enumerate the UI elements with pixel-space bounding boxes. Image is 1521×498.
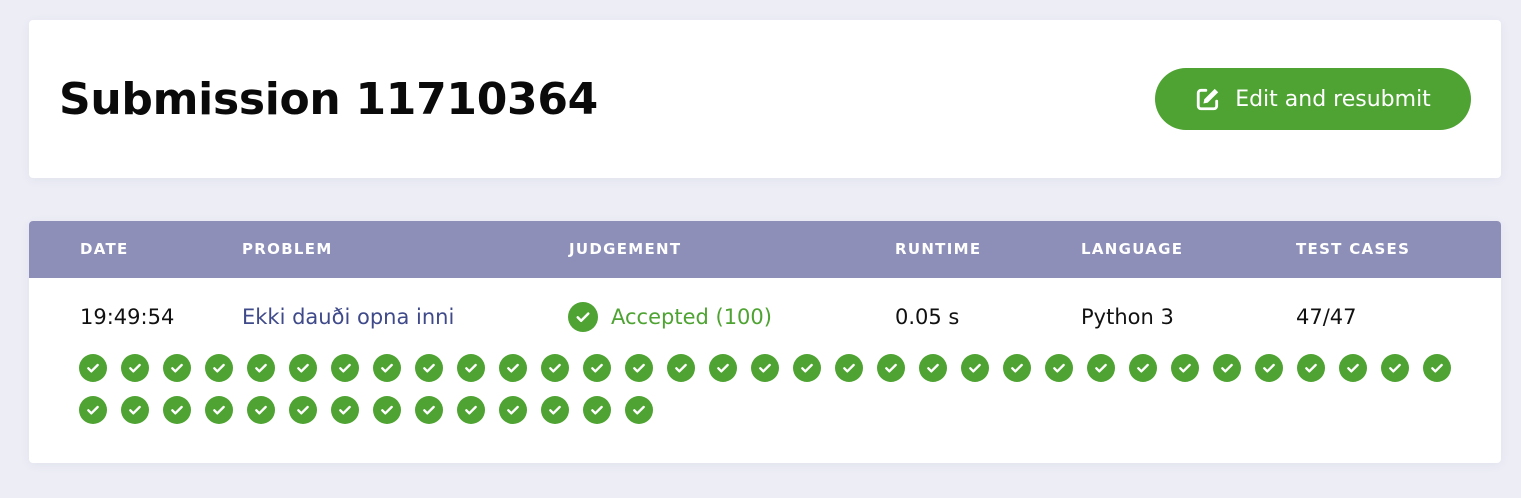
test-case-passed-icon[interactable]: [541, 396, 569, 424]
table-header: DATE PROBLEM JUDGEMENT RUNTIME LANGUAGE …: [29, 221, 1501, 278]
test-case-passed-icon[interactable]: [793, 354, 821, 382]
column-header-test-cases: TEST CASES: [1296, 240, 1411, 258]
test-case-passed-icon[interactable]: [247, 396, 275, 424]
test-case-passed-icon[interactable]: [541, 354, 569, 382]
test-case-passed-icon[interactable]: [1423, 354, 1451, 382]
submission-date: 19:49:54: [80, 305, 175, 329]
test-case-passed-icon[interactable]: [625, 396, 653, 424]
test-case-passed-icon[interactable]: [121, 396, 149, 424]
test-case-passed-icon[interactable]: [1171, 354, 1199, 382]
test-case-passed-icon[interactable]: [877, 354, 905, 382]
column-header-problem: PROBLEM: [242, 240, 333, 258]
edit-icon: [1195, 86, 1221, 112]
test-cases-value: 47/47: [1296, 305, 1357, 329]
submission-table: DATE PROBLEM JUDGEMENT RUNTIME LANGUAGE …: [29, 221, 1501, 463]
test-case-passed-icon[interactable]: [667, 354, 695, 382]
test-case-passed-icon[interactable]: [331, 396, 359, 424]
test-case-passed-icon[interactable]: [1045, 354, 1073, 382]
test-case-passed-icon[interactable]: [961, 354, 989, 382]
test-case-passed-icon[interactable]: [1213, 354, 1241, 382]
test-case-passed-icon[interactable]: [289, 354, 317, 382]
test-case-passed-icon[interactable]: [751, 354, 779, 382]
test-case-passed-icon[interactable]: [415, 396, 443, 424]
edit-and-resubmit-label: Edit and resubmit: [1235, 86, 1431, 112]
column-header-runtime: RUNTIME: [895, 240, 982, 258]
test-case-passed-icon[interactable]: [1087, 354, 1115, 382]
edit-and-resubmit-button[interactable]: Edit and resubmit: [1155, 68, 1471, 130]
submission-header-card: Submission 11710364 Edit and resubmit: [29, 20, 1501, 178]
test-case-passed-icon[interactable]: [121, 354, 149, 382]
test-case-passed-icon[interactable]: [583, 396, 611, 424]
test-case-passed-icon[interactable]: [1381, 354, 1409, 382]
check-circle-icon: [568, 302, 598, 332]
test-case-passed-icon[interactable]: [289, 396, 317, 424]
problem-link[interactable]: Ekki dauði opna inni: [242, 303, 454, 331]
page-title: Submission 11710364: [59, 74, 598, 125]
test-case-passed-icon[interactable]: [415, 354, 443, 382]
test-case-passed-icon[interactable]: [373, 354, 401, 382]
test-case-passed-icon[interactable]: [709, 354, 737, 382]
test-case-passed-icon[interactable]: [499, 396, 527, 424]
test-case-passed-icon[interactable]: [1129, 354, 1157, 382]
test-case-passed-icon[interactable]: [457, 354, 485, 382]
test-case-passed-icon[interactable]: [163, 354, 191, 382]
test-case-passed-icon[interactable]: [205, 354, 233, 382]
test-case-passed-icon[interactable]: [79, 396, 107, 424]
test-case-passed-icon[interactable]: [835, 354, 863, 382]
test-case-passed-icon[interactable]: [331, 354, 359, 382]
test-case-passed-icon[interactable]: [163, 396, 191, 424]
test-case-passed-icon[interactable]: [583, 354, 611, 382]
test-case-passed-icon[interactable]: [499, 354, 527, 382]
test-case-passed-icon[interactable]: [457, 396, 485, 424]
test-case-passed-icon[interactable]: [1255, 354, 1283, 382]
test-case-passed-icon[interactable]: [205, 396, 233, 424]
test-case-passed-icon[interactable]: [1297, 354, 1325, 382]
test-case-passed-icon[interactable]: [919, 354, 947, 382]
runtime-value: 0.05 s: [895, 305, 960, 329]
test-case-passed-icon[interactable]: [1339, 354, 1367, 382]
judgement-label: Accepted (100): [611, 305, 772, 329]
test-case-passed-icon[interactable]: [79, 354, 107, 382]
test-case-passed-icon[interactable]: [247, 354, 275, 382]
test-case-passed-icon[interactable]: [625, 354, 653, 382]
test-case-passed-icon[interactable]: [373, 396, 401, 424]
column-header-language: LANGUAGE: [1081, 240, 1184, 258]
column-header-date: DATE: [80, 240, 129, 258]
judgement-status: Accepted (100): [568, 302, 772, 332]
language-value: Python 3: [1081, 305, 1174, 329]
test-case-passed-icon[interactable]: [1003, 354, 1031, 382]
column-header-judgement: JUDGEMENT: [569, 240, 682, 258]
